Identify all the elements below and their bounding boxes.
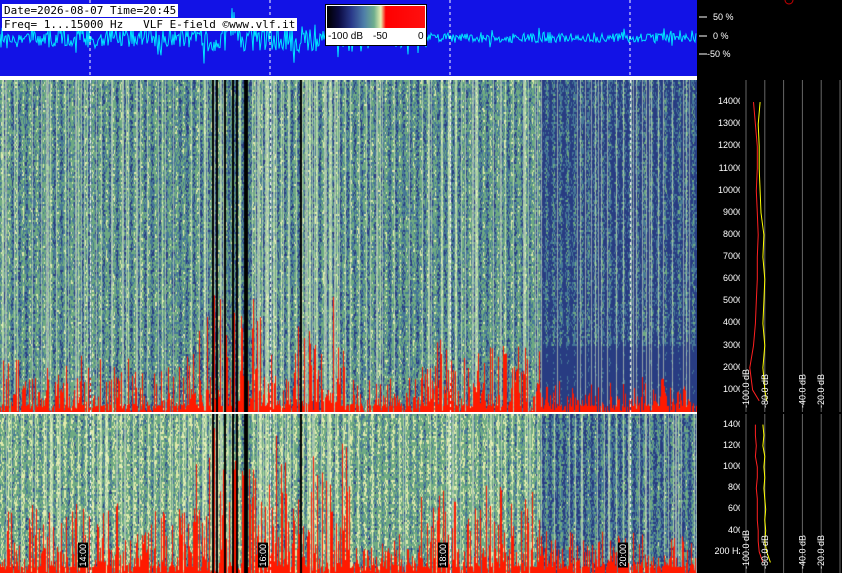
frequency-tick-label: 200 Hz [714,545,743,556]
waveform-panel: Date=2026-08-07 Time=20:45 Freq= 1...150… [0,0,697,76]
db-tick-label: -80.0 dB [760,374,770,408]
db-tick-label: -40.0 dB [797,535,807,569]
date-time-label: Date=2026-08-07 Time=20:45 [2,4,179,17]
vlf-spectrogram-view: Date=2026-08-07 Time=20:45 Freq= 1...150… [0,0,842,573]
average-spectrum-lower: -100.0 dB -80.0 dB -40.0 dB -20.0 dB [740,414,842,573]
average-spectrum-upper: -100.0 dB -80.0 dB -40.0 dB -20.0 dB [740,80,842,412]
db-tick-label: -80.0 dB [760,535,770,569]
minimum-spectrum-line [749,102,760,402]
time-tick-label: 14:00 [78,543,88,568]
waveform-scale: 50 % 0 % -50 % [697,0,842,76]
db-tick-label: -100.0 dB [741,369,751,408]
time-tick-label: 20:00 [618,543,628,568]
time-tick-label: 16:00 [258,543,268,568]
colorbar-label-mid: -50 [373,31,388,42]
db-tick-label: -20.0 dB [816,374,826,408]
time-tick-label: 18:00 [438,543,448,568]
db-tick-label: -40.0 dB [797,374,807,408]
average-spectrum-line [757,102,768,401]
colorbar-gradient [327,6,425,28]
colorbar-label-max: 0 [418,31,424,42]
colorbar: -100 dB -50 0 [325,4,427,46]
spectrogram-upper [0,80,697,412]
spectrogram-lower [0,414,697,573]
db-tick-label: -100.0 dB [741,530,751,569]
frequency-range-label: Freq= 1...15000 Hz VLF E-field ©www.vlf.… [2,18,298,31]
colorbar-label-min: -100 dB [328,31,364,42]
db-tick-label: -20.0 dB [816,535,826,569]
waveform-scale-ticks [699,0,794,55]
